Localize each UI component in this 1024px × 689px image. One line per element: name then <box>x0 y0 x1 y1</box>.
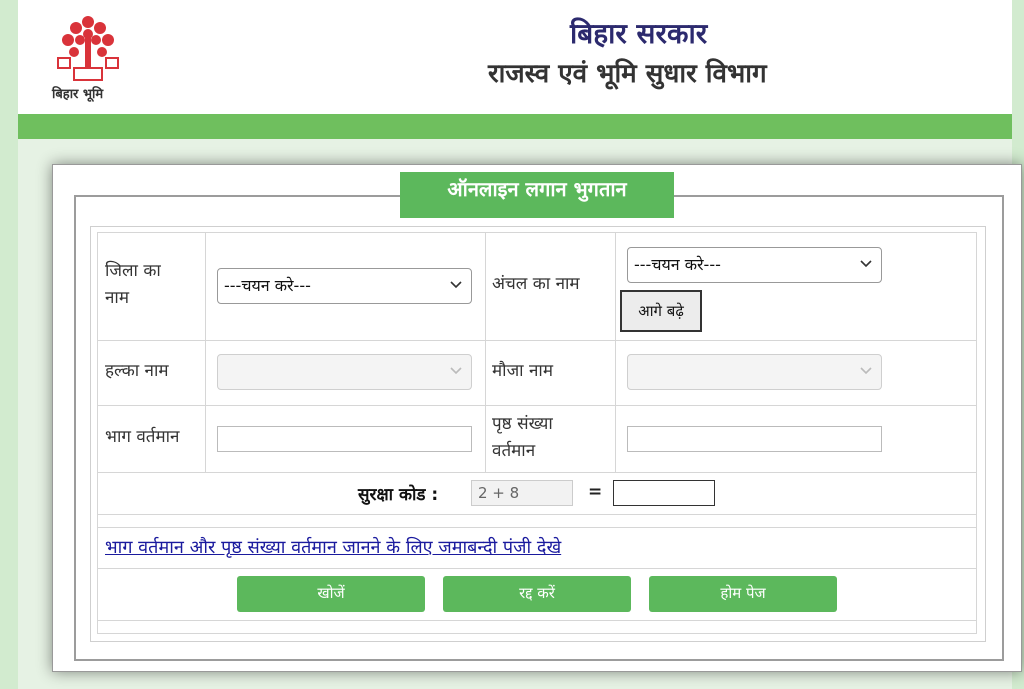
district-select[interactable]: ---चयन करे--- <box>217 268 472 304</box>
form-row-spacer <box>97 514 977 528</box>
page-number-input[interactable] <box>627 426 882 452</box>
chevron-down-icon <box>450 367 462 375</box>
form-title: ऑनलाइन लगान भुगतान <box>400 172 674 218</box>
page-number-label: पृष्ठ संख्या वर्तमान <box>492 414 553 461</box>
form-row-footer <box>97 620 977 634</box>
halka-label: हल्का नाम <box>105 361 169 381</box>
circle-select[interactable]: ---चयन करे--- <box>627 247 882 283</box>
chevron-down-icon <box>450 281 462 289</box>
search-button[interactable]: खोजें <box>237 576 425 612</box>
chevron-down-icon <box>860 367 872 375</box>
halka-select[interactable] <box>217 354 472 390</box>
header-green-bar <box>18 114 1012 139</box>
government-title: बिहार सरकार <box>570 17 708 50</box>
circle-label: अंचल का नाम <box>492 274 580 294</box>
bhag-label: भाग वर्तमान <box>105 427 180 447</box>
department-title: राजस्व एवं भूमि सुधार विभाग <box>488 59 767 89</box>
captcha-question: 2 + 8 <box>471 480 573 506</box>
cancel-button[interactable]: रद्द करें <box>443 576 631 612</box>
home-page-button[interactable]: होम पेज <box>649 576 837 612</box>
district-label: जिला का नाम <box>105 261 161 308</box>
captcha-label: सुरक्षा कोड : <box>358 485 439 505</box>
bhag-input[interactable] <box>217 426 472 452</box>
mauza-select[interactable] <box>627 354 882 390</box>
captcha-equals: = <box>588 482 603 502</box>
jamabandi-register-link[interactable]: भाग वर्तमान और पृष्ठ संख्या वर्तमान जानन… <box>105 535 561 559</box>
circle-select-value: ---चयन करे--- <box>634 255 721 274</box>
next-button[interactable]: आगे बढ़े <box>620 290 702 332</box>
district-select-value: ---चयन करे--- <box>224 276 311 295</box>
chevron-down-icon <box>860 260 872 268</box>
mauza-label: मौजा नाम <box>492 361 553 381</box>
logo-caption: बिहार भूमि <box>52 87 104 102</box>
page-left-strip <box>0 0 18 689</box>
captcha-input[interactable] <box>613 480 715 506</box>
